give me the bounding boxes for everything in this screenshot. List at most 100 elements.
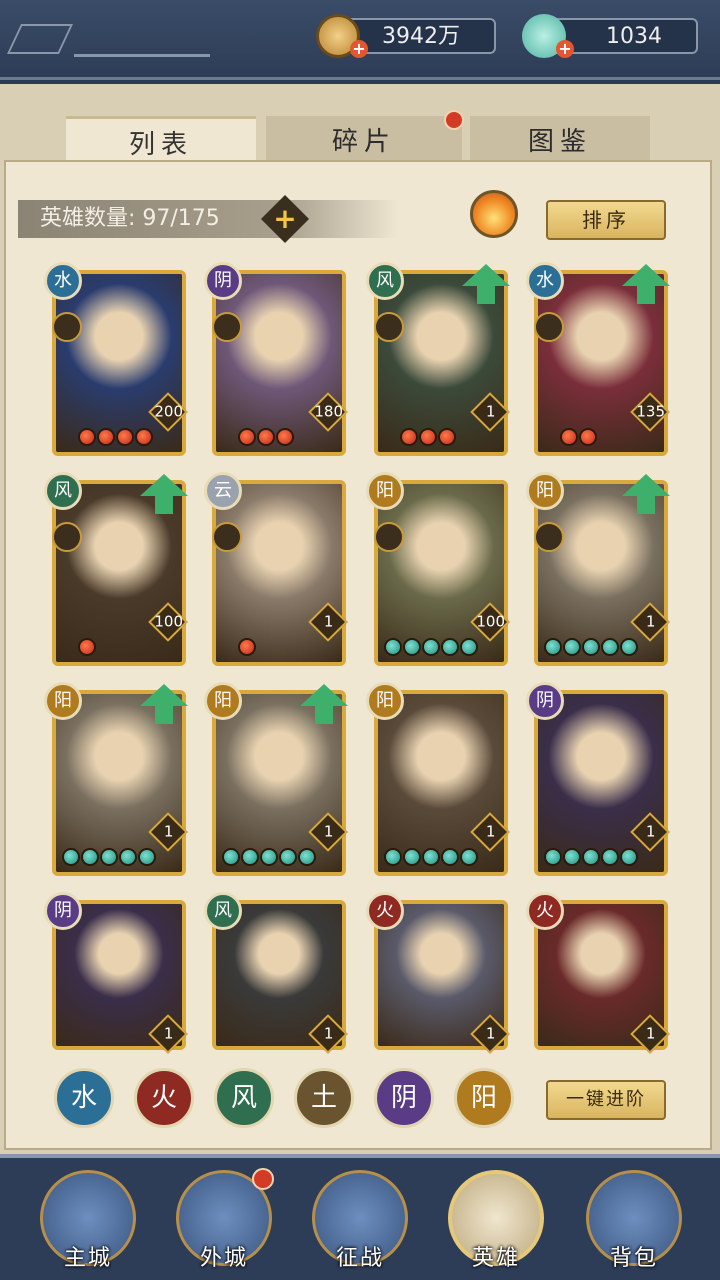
star-icon [135, 428, 153, 446]
star-icon [460, 638, 478, 656]
star-icon [298, 848, 316, 866]
coin-value: 3942万 [382, 24, 460, 49]
star-rank [238, 638, 256, 658]
star-icon [544, 638, 562, 656]
level-value: 1 [323, 1024, 334, 1043]
star-icon [78, 428, 96, 446]
level-value: 200 [154, 402, 184, 421]
element-badge: 风 [44, 472, 82, 510]
nav-label: 征战 [335, 1246, 384, 1271]
tab-codex-label: 图鉴 [527, 127, 592, 157]
star-icon [560, 428, 578, 446]
star-icon [384, 638, 402, 656]
element-badge: 阳 [204, 682, 242, 720]
upgrade-arrow-stem [477, 286, 495, 304]
star-icon [100, 848, 118, 866]
element-badge: 水 [44, 262, 82, 300]
jade-value: 1034 [606, 24, 662, 49]
star-icon [403, 638, 421, 656]
upgrade-arrow-icon [462, 264, 510, 286]
star-icon [403, 848, 421, 866]
star-icon [441, 638, 459, 656]
star-icon [257, 428, 275, 446]
level-value: 1 [645, 822, 656, 841]
star-icon [81, 848, 99, 866]
star-icon [276, 428, 294, 446]
element-badge: 阴 [44, 892, 82, 930]
star-icon [279, 848, 297, 866]
star-icon [238, 638, 256, 656]
star-rank [400, 428, 456, 448]
star-rank [384, 848, 478, 868]
auto-promote-button[interactable]: 一键进阶 [546, 1080, 666, 1120]
element-badge: 火 [366, 892, 404, 930]
star-icon [400, 428, 418, 446]
element-filter-button[interactable]: 水 [54, 1068, 114, 1128]
star-rank [544, 638, 638, 658]
star-icon [579, 428, 597, 446]
star-rank [238, 428, 294, 448]
upgrade-arrow-icon [622, 264, 670, 286]
menu-emblem-icon[interactable] [7, 24, 73, 54]
star-icon [601, 638, 619, 656]
notification-dot [252, 1168, 274, 1190]
upgrade-arrow-stem [315, 706, 333, 724]
star-icon [620, 848, 638, 866]
star-rank [222, 848, 316, 868]
add-slots-button[interactable]: + [260, 194, 310, 244]
role-icon [212, 522, 242, 552]
element-filter-button[interactable]: 风 [214, 1068, 274, 1128]
star-icon [620, 638, 638, 656]
star-icon [241, 848, 259, 866]
level-value: 180 [314, 402, 344, 421]
star-icon [419, 428, 437, 446]
star-icon [138, 848, 156, 866]
star-rank [384, 638, 478, 658]
level-value: 1 [323, 612, 334, 631]
star-icon [544, 848, 562, 866]
plus-icon: + [273, 202, 297, 235]
level-value: 1 [485, 402, 496, 421]
star-icon [563, 848, 581, 866]
element-badge: 火 [526, 892, 564, 930]
star-icon [384, 848, 402, 866]
element-badge: 风 [366, 262, 404, 300]
level-value: 100 [476, 612, 506, 631]
star-rank [544, 848, 638, 868]
star-icon [460, 848, 478, 866]
element-filter-button[interactable]: 阴 [374, 1068, 434, 1128]
star-rank [62, 848, 156, 868]
add-jade-button[interactable]: + [556, 40, 574, 58]
role-icon [374, 312, 404, 342]
role-icon [534, 312, 564, 342]
role-icon [52, 522, 82, 552]
level-value: 1 [645, 1024, 656, 1043]
element-filter-button[interactable]: 火 [134, 1068, 194, 1128]
nav-label: 英雄 [471, 1246, 520, 1271]
star-icon [238, 428, 256, 446]
tab-fragments-label: 碎片 [331, 127, 396, 157]
upgrade-arrow-stem [155, 496, 173, 514]
star-rank [78, 428, 153, 448]
upgrade-arrow-stem [637, 496, 655, 514]
level-value: 1 [163, 822, 174, 841]
star-rank [78, 638, 96, 658]
star-icon [582, 638, 600, 656]
add-coins-button[interactable]: + [350, 40, 368, 58]
star-icon [438, 428, 456, 446]
sort-button[interactable]: 排序 [546, 200, 666, 240]
role-icon [374, 522, 404, 552]
element-badge: 云 [204, 472, 242, 510]
element-badge: 阴 [204, 262, 242, 300]
star-icon [601, 848, 619, 866]
element-badge: 阳 [366, 472, 404, 510]
element-badge: 水 [526, 262, 564, 300]
nav-label: 背包 [609, 1246, 658, 1271]
upgrade-arrow-icon [140, 474, 188, 496]
element-filter-button[interactable]: 阳 [454, 1068, 514, 1128]
element-badge: 阳 [366, 682, 404, 720]
level-value: 1 [645, 612, 656, 631]
level-value: 1 [485, 822, 496, 841]
fire-icon[interactable] [470, 190, 518, 238]
element-filter-button[interactable]: 土 [294, 1068, 354, 1128]
